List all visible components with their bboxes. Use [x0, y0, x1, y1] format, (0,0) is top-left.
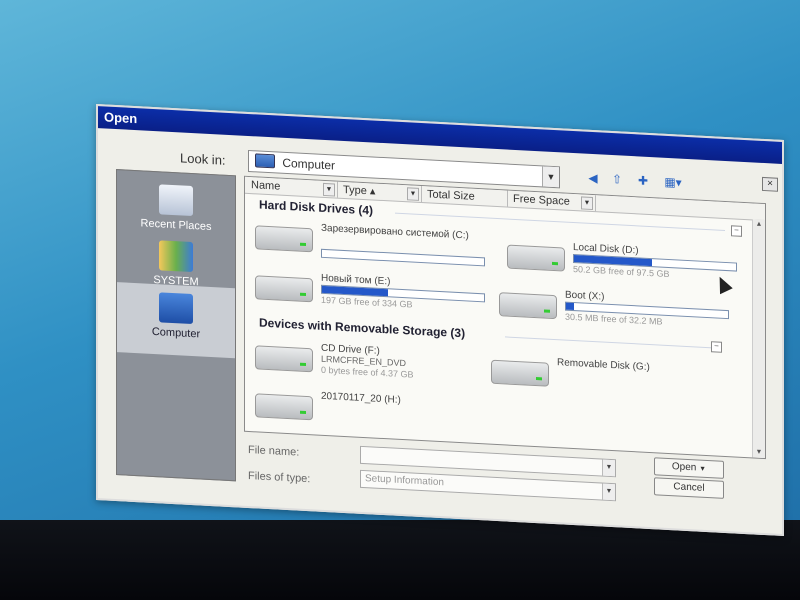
chevron-down-icon[interactable]: ▼ — [602, 483, 615, 501]
column-free-space[interactable]: Free Space ▼ — [507, 190, 596, 212]
vertical-scrollbar[interactable]: ▲ ▼ — [752, 219, 765, 459]
chevron-down-icon[interactable]: ▼ — [581, 196, 593, 211]
drive-name: Removable Disk (G:) — [557, 357, 650, 374]
new-folder-icon[interactable]: ✚ — [634, 172, 652, 189]
back-icon[interactable]: ◀ — [584, 170, 602, 187]
close-button[interactable]: × — [762, 176, 778, 192]
removable-disk-icon — [491, 359, 549, 387]
cd-drive-icon — [255, 345, 313, 373]
cancel-button[interactable]: Cancel — [654, 477, 724, 499]
hard-drive-icon — [255, 275, 313, 303]
drive-name: Boot (X:) — [565, 289, 605, 303]
views-icon[interactable]: ▦▾ — [660, 174, 686, 191]
drive-removable[interactable]: Removable Disk (G:) — [491, 354, 731, 407]
chevron-down-icon[interactable]: ▼ — [323, 182, 335, 197]
scroll-up-icon[interactable]: ▲ — [753, 219, 765, 230]
hard-drive-icon — [499, 292, 557, 320]
removable-disk-icon — [255, 393, 313, 421]
places-bar: Recent Places SYSTEM Computer — [116, 169, 236, 482]
lookin-value: Computer — [282, 155, 336, 173]
drive-d[interactable]: Local Disk (D:) 50.2 GB free of 97.5 GB — [507, 239, 747, 292]
column-name[interactable]: Name ▼ — [245, 176, 338, 198]
file-list[interactable]: Name ▼ Type ▴ ▼ Total Size Free Space ▼ Har… — [244, 175, 766, 460]
computer-icon — [159, 292, 193, 325]
collapse-icon[interactable]: − — [731, 225, 742, 237]
lookin-label: Look in: — [180, 150, 226, 168]
hard-drive-icon — [255, 225, 313, 253]
hard-drive-icon — [507, 244, 565, 272]
drive-cd[interactable]: CD Drive (F:) LRMCFRE_EN_DVD 0 bytes fre… — [255, 339, 495, 392]
scroll-down-icon[interactable]: ▼ — [753, 447, 765, 458]
drive-e[interactable]: Новый том (E:) 197 GB free of 334 GB — [255, 269, 495, 322]
filename-label: File name: — [248, 443, 300, 459]
recent-places-icon — [159, 184, 193, 217]
filetype-value: Setup Information — [365, 473, 444, 489]
chevron-down-icon[interactable]: ▼ — [602, 459, 615, 477]
user-folder-icon — [159, 240, 193, 273]
column-type[interactable]: Type ▴ ▼ — [337, 181, 422, 203]
drive-x[interactable]: Boot (X:) 30.5 MB free of 32.2 MB — [499, 286, 739, 339]
computer-icon — [255, 153, 275, 169]
chevron-down-icon[interactable]: ▼ — [542, 166, 559, 188]
column-total-size[interactable]: Total Size — [421, 186, 508, 207]
filetype-label: Files of type: — [248, 469, 311, 486]
monitor-bezel — [0, 520, 800, 600]
chevron-down-icon[interactable]: ▼ — [699, 466, 706, 473]
open-button[interactable]: Open ▼ — [654, 457, 724, 479]
drive-name: 20170117_20 (H:) — [321, 390, 401, 406]
group-removable: Devices with Removable Storage (3) — [259, 315, 466, 341]
place-label: Computer — [151, 325, 201, 341]
drive-name: Зарезервировано системой (C:) — [321, 222, 469, 242]
drive-h[interactable]: 20170117_20 (H:) — [255, 387, 495, 440]
open-dialog: Open × Look in: Computer ▼ ◀ ⇧ ✚ ▦▾ Rece… — [96, 104, 784, 537]
up-folder-icon[interactable]: ⇧ — [608, 171, 626, 188]
usage-fill — [566, 302, 575, 311]
chevron-down-icon[interactable]: ▼ — [407, 187, 419, 201]
place-computer[interactable]: Computer — [117, 282, 235, 359]
drive-c[interactable]: Зарезервировано системой (C:) — [255, 219, 495, 272]
collapse-icon[interactable]: − — [711, 341, 722, 353]
usage-bar — [321, 248, 485, 267]
group-divider — [505, 336, 715, 349]
group-hard-disk: Hard Disk Drives (4) — [259, 197, 374, 218]
